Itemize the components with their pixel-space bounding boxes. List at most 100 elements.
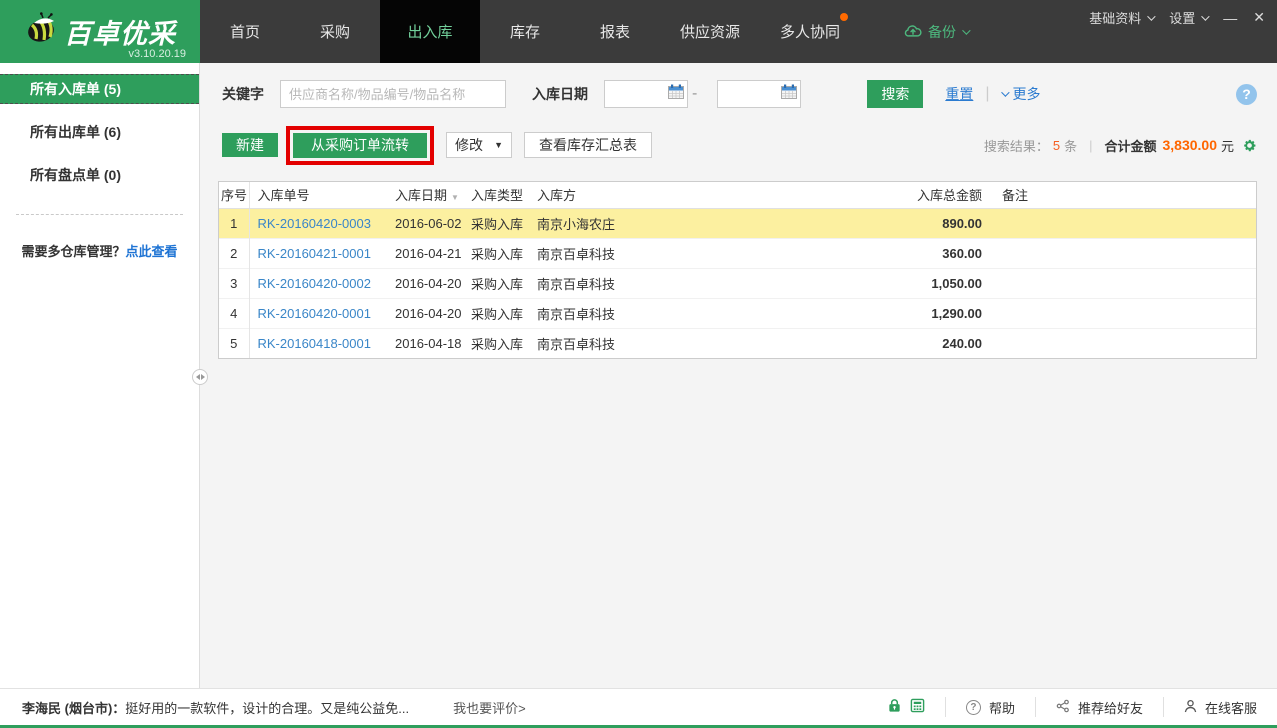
calendar-icon bbox=[781, 84, 797, 104]
online-service-button[interactable]: 在线客服 bbox=[1163, 697, 1277, 717]
nav-item-inventory[interactable]: 库存 bbox=[480, 0, 570, 63]
order-link[interactable]: RK-20160420-0001 bbox=[258, 306, 371, 321]
col-header-note: 备注 bbox=[994, 182, 1256, 208]
settings-menu[interactable]: 设置 bbox=[1169, 8, 1207, 27]
lock-icon[interactable] bbox=[887, 698, 902, 716]
inbound-date-label: 入库日期 bbox=[532, 84, 588, 104]
calendar-icon bbox=[668, 84, 684, 104]
calculator-icon[interactable] bbox=[910, 698, 925, 716]
keyword-input[interactable] bbox=[280, 80, 506, 108]
reset-link[interactable]: 重置 bbox=[945, 84, 973, 104]
result-unit: 条 bbox=[1064, 136, 1077, 155]
col-header-order-no: 入库单号 bbox=[249, 182, 387, 208]
modify-dropdown[interactable]: 修改 ▼ bbox=[446, 132, 512, 158]
collapse-left-icon bbox=[196, 374, 200, 380]
review-author: 李海民 (烟台市)： bbox=[22, 698, 125, 717]
search-button[interactable]: 搜索 bbox=[867, 80, 923, 108]
result-summary: 搜索结果： 5 条 | 合计金额 3,830.00 元 bbox=[984, 136, 1257, 155]
nav-item-reports[interactable]: 报表 bbox=[570, 0, 660, 63]
gear-icon[interactable] bbox=[1242, 138, 1257, 153]
bee-logo-icon bbox=[24, 12, 60, 50]
sort-desc-icon: ▼ bbox=[451, 193, 459, 202]
col-header-amount: 入库总金额 bbox=[902, 182, 994, 208]
review-cta-link[interactable]: 我也要评价> bbox=[453, 698, 526, 717]
share-icon bbox=[1056, 699, 1070, 716]
total-amount: 3,830.00 bbox=[1162, 137, 1217, 153]
sidebar: 所有入库单 (5) 所有出库单 (6) 所有盘点单 (0) 需要多仓库管理？点此… bbox=[0, 63, 200, 688]
date-from-input[interactable] bbox=[604, 80, 688, 108]
question-icon: ? bbox=[966, 700, 981, 715]
chevron-down-icon bbox=[1002, 88, 1010, 96]
status-bar: 李海民 (烟台市)： 挺好用的一款软件，设计的合理。又是纯公益免... 我也要评… bbox=[0, 688, 1277, 728]
backup-button[interactable]: 备份 bbox=[904, 0, 968, 63]
sidebar-divider bbox=[16, 214, 183, 215]
app-title: 百卓优采 bbox=[64, 12, 176, 51]
result-count: 5 bbox=[1053, 138, 1060, 153]
new-button[interactable]: 新建 bbox=[222, 133, 278, 157]
table-row[interactable]: 4 RK-20160420-0001 2016-04-20 采购入库 南京百卓科… bbox=[219, 298, 1256, 328]
chevron-down-icon bbox=[962, 26, 970, 34]
main-nav: 首页 采购 出入库 库存 报表 供应资源 多人协同 备份 bbox=[200, 0, 968, 63]
top-navbar: 百卓优采 v3.10.20.19 首页 采购 出入库 库存 报表 供应资源 多人… bbox=[0, 0, 1277, 63]
date-to-input[interactable] bbox=[717, 80, 801, 108]
close-button[interactable]: ✕ bbox=[1253, 9, 1265, 26]
col-header-sn: 序号 bbox=[219, 182, 249, 208]
minimize-button[interactable]: — bbox=[1223, 10, 1237, 26]
table-row[interactable]: 5 RK-20160418-0001 2016-04-18 采购入库 南京百卓科… bbox=[219, 328, 1256, 358]
table-row[interactable]: 3 RK-20160420-0002 2016-04-20 采购入库 南京百卓科… bbox=[219, 268, 1256, 298]
help-button[interactable]: ? 帮助 bbox=[945, 697, 1035, 717]
person-icon bbox=[1184, 699, 1197, 716]
nav-item-collaboration[interactable]: 多人协同 bbox=[760, 0, 860, 63]
window-controls: 基础资料 设置 — ✕ bbox=[1089, 8, 1265, 27]
notification-dot bbox=[840, 13, 848, 21]
table-row[interactable]: 1 RK-20160420-0003 2016-06-02 采购入库 南京小海农… bbox=[219, 208, 1256, 238]
table-row[interactable]: 2 RK-20160421-0001 2016-04-21 采购入库 南京百卓科… bbox=[219, 238, 1256, 268]
security-tools-group bbox=[867, 697, 945, 717]
chevron-down-icon bbox=[1201, 12, 1209, 20]
footer-tools: ? 帮助 推荐给好友 在线客服 bbox=[867, 689, 1277, 725]
col-header-type: 入库类型 bbox=[463, 182, 529, 208]
sidebar-item-all-outbound[interactable]: 所有出库单 (6) bbox=[0, 117, 199, 147]
sidebar-item-all-stocktake[interactable]: 所有盘点单 (0) bbox=[0, 160, 199, 190]
help-icon[interactable]: ? bbox=[1236, 84, 1257, 105]
multi-warehouse-note: 需要多仓库管理？点此查看 bbox=[0, 241, 199, 260]
recommend-button[interactable]: 推荐给好友 bbox=[1035, 697, 1163, 717]
view-inventory-summary-button[interactable]: 查看库存汇总表 bbox=[524, 132, 652, 158]
nav-item-purchase[interactable]: 采购 bbox=[290, 0, 380, 63]
red-highlight-box: 从采购订单流转 bbox=[286, 126, 434, 165]
total-label: 合计金额 bbox=[1104, 136, 1156, 155]
date-range-separator: - bbox=[692, 85, 697, 103]
result-label: 搜索结果： bbox=[984, 136, 1049, 155]
app-version: v3.10.20.19 bbox=[129, 48, 187, 60]
nav-item-inout-warehouse[interactable]: 出入库 bbox=[380, 0, 480, 63]
keyword-label: 关键字 bbox=[222, 84, 264, 104]
order-link[interactable]: RK-20160420-0003 bbox=[258, 216, 371, 231]
toolbar: 新建 从采购订单流转 修改 ▼ 查看库存汇总表 搜索结果： 5 条 | 合计金额… bbox=[200, 122, 1277, 168]
basic-data-menu[interactable]: 基础资料 bbox=[1089, 8, 1153, 27]
sidebar-collapse-handle[interactable] bbox=[192, 369, 208, 385]
order-link[interactable]: RK-20160421-0001 bbox=[258, 246, 371, 261]
search-bar: 关键字 入库日期 - bbox=[200, 80, 1277, 108]
chevron-down-icon bbox=[1147, 12, 1155, 20]
total-unit: 元 bbox=[1221, 136, 1234, 155]
main-content: 关键字 入库日期 - bbox=[200, 63, 1277, 688]
inbound-orders-table: 序号 入库单号 入库日期▼ 入库类型 入库方 入库总金额 备注 1 RK-201… bbox=[218, 181, 1257, 359]
more-link[interactable]: 更多 bbox=[1001, 84, 1040, 104]
transfer-from-po-button[interactable]: 从采购订单流转 bbox=[293, 133, 427, 158]
nav-item-home[interactable]: 首页 bbox=[200, 0, 290, 63]
collapse-right-icon bbox=[201, 374, 205, 380]
cloud-upload-icon bbox=[904, 23, 922, 41]
table-header-row: 序号 入库单号 入库日期▼ 入库类型 入库方 入库总金额 备注 bbox=[219, 182, 1256, 208]
col-header-date[interactable]: 入库日期▼ bbox=[387, 182, 463, 208]
dropdown-caret-icon: ▼ bbox=[494, 140, 503, 150]
order-link[interactable]: RK-20160420-0002 bbox=[258, 276, 371, 291]
multi-warehouse-link[interactable]: 点此查看 bbox=[126, 244, 178, 259]
sidebar-item-all-inbound[interactable]: 所有入库单 (5) bbox=[0, 74, 199, 104]
separator: | bbox=[985, 85, 989, 103]
app-logo: 百卓优采 v3.10.20.19 bbox=[0, 0, 200, 63]
nav-item-supply-resources[interactable]: 供应资源 bbox=[660, 0, 760, 63]
review-text: 挺好用的一款软件，设计的合理。又是纯公益免... bbox=[125, 698, 409, 717]
separator: | bbox=[1089, 138, 1092, 153]
order-link[interactable]: RK-20160418-0001 bbox=[258, 336, 371, 351]
col-header-party: 入库方 bbox=[529, 182, 902, 208]
